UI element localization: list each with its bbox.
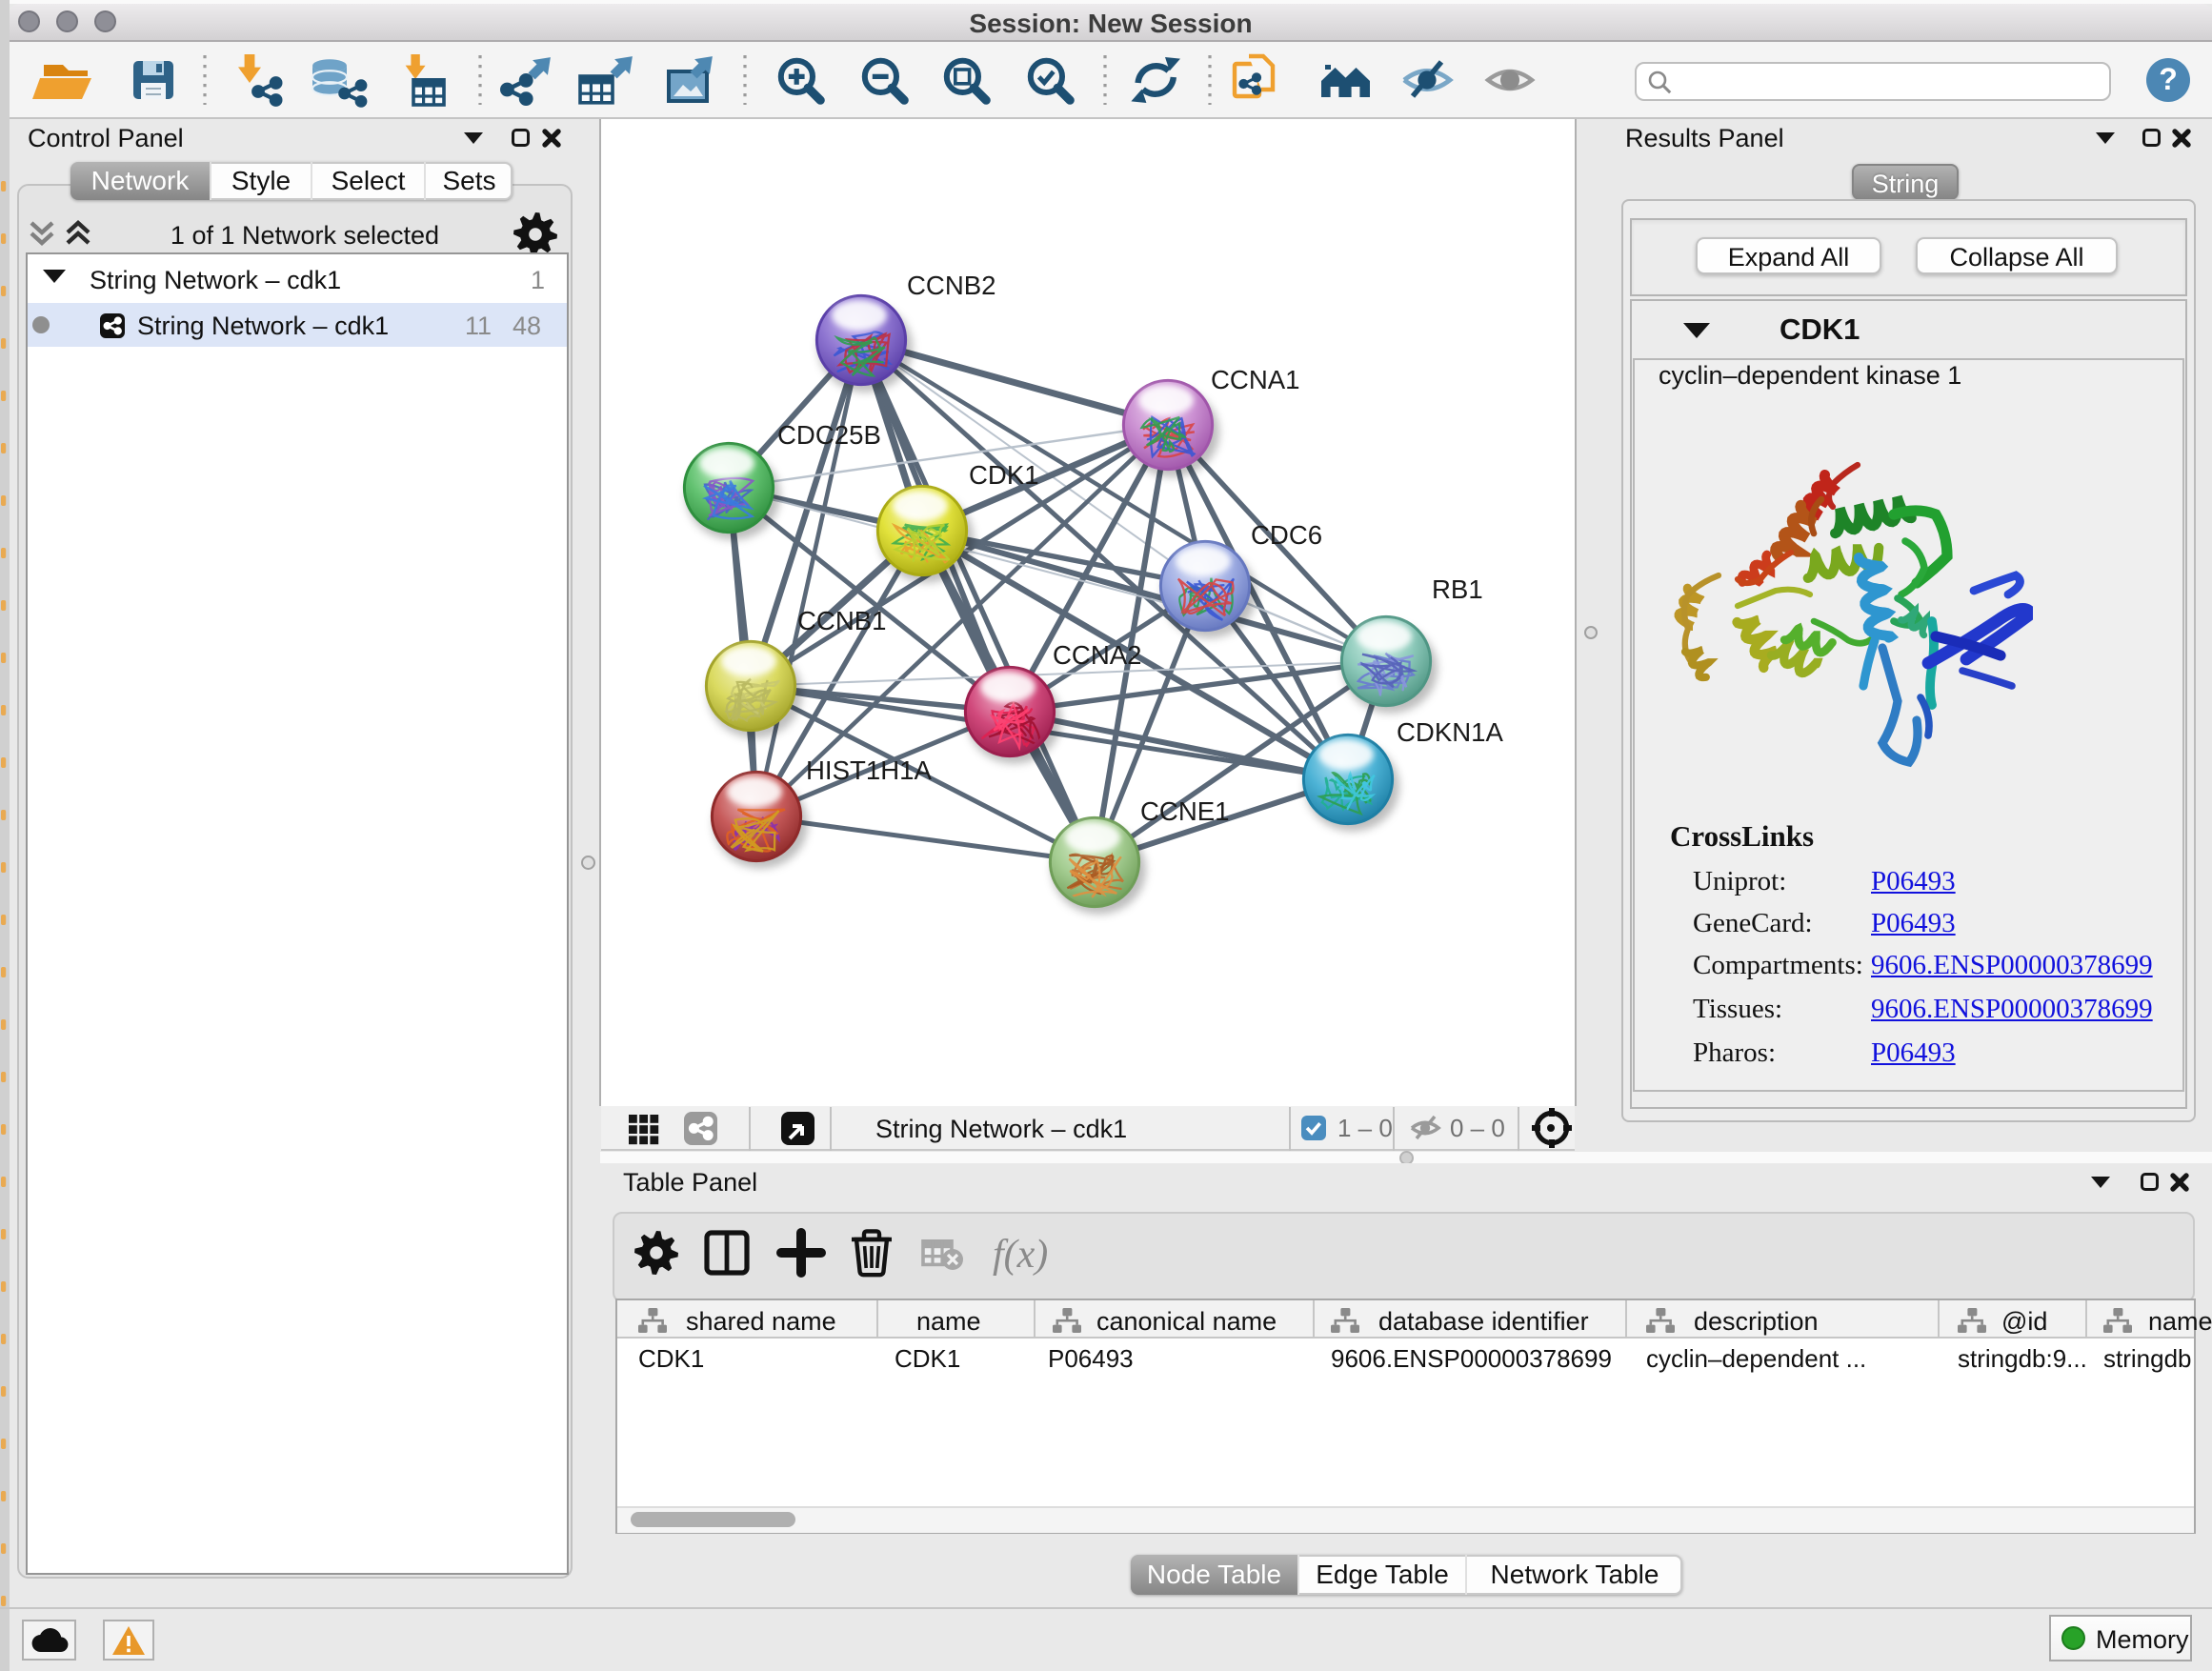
- svg-text:f(x): f(x): [993, 1233, 1048, 1277]
